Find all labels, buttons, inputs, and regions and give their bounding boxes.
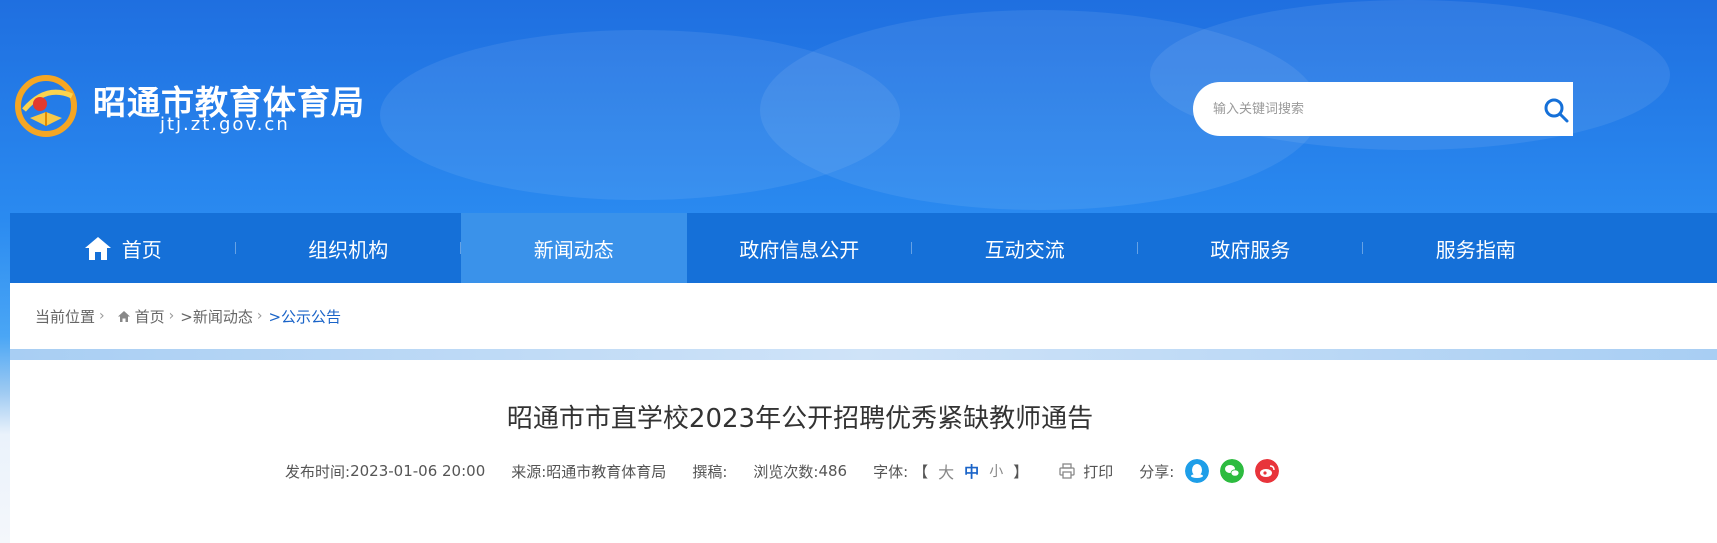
chevron-right-icon: ›	[99, 308, 105, 324]
nav-item-organization[interactable]: 组织机构	[236, 213, 461, 283]
views-count: 486	[818, 462, 848, 480]
nav-item-home[interactable]: 首页	[10, 213, 236, 283]
nav-label: 新闻动态	[533, 237, 614, 262]
wechat-share-icon[interactable]	[1220, 459, 1245, 483]
site-domain: jtj.zt.gov.cn	[160, 114, 290, 135]
breadcrumb-link-home[interactable]: 首页	[135, 306, 165, 327]
home-icon	[117, 310, 130, 322]
font-size-medium-button[interactable]: 中	[964, 461, 979, 482]
search-icon[interactable]	[1543, 97, 1569, 123]
nav-label: 首页	[121, 237, 162, 262]
breadcrumb-link-news[interactable]: >新闻动态	[180, 306, 253, 327]
nav-label: 组织机构	[308, 237, 389, 262]
printer-icon[interactable]	[1059, 463, 1075, 479]
article-meta: 发布时间: 2023-01-06 20:00 来源: 昭通市教育体育局 撰稿: …	[285, 458, 1280, 484]
breadcrumb-link-notices[interactable]: >公示公告	[268, 306, 341, 327]
chevron-right-icon: ›	[256, 308, 263, 324]
source-label: 来源:	[511, 462, 547, 481]
breadcrumb-prefix: 当前位置	[35, 307, 96, 326]
search-input[interactable]	[1213, 98, 1513, 120]
share-label: 分享:	[1139, 462, 1175, 481]
nav-label: 政府服务	[1210, 237, 1291, 262]
qq-share-icon[interactable]	[1185, 459, 1210, 483]
publish-label: 发布时间:	[285, 462, 351, 481]
nav-item-interaction[interactable]: 互动交流	[912, 213, 1138, 283]
font-bracket-open: 【	[913, 462, 929, 481]
main-nav: 首页 组织机构 新闻动态 政府信息公开 互动交流 政府服务 服务指南	[10, 213, 1717, 283]
font-size-large-button[interactable]: 大	[938, 459, 954, 483]
nav-label: 互动交流	[984, 237, 1065, 262]
search-box	[1193, 82, 1573, 136]
views-label: 浏览次数:	[753, 462, 819, 481]
breadcrumb: 当前位置 › 首页 › >新闻动态 › >公示公告	[10, 283, 1717, 349]
chevron-right-icon: ›	[168, 308, 175, 324]
font-size-switcher: 【 大 中 小 】	[908, 459, 1033, 483]
site-logo-icon[interactable]	[14, 70, 80, 140]
nav-item-gov-service[interactable]: 政府服务	[1138, 213, 1363, 283]
home-icon	[84, 237, 111, 260]
nav-label: 政府信息公开	[739, 237, 860, 262]
nav-item-news[interactable]: 新闻动态	[461, 213, 687, 283]
nav-label: 服务指南	[1435, 237, 1516, 262]
font-size-small-button[interactable]: 小	[989, 461, 1003, 481]
nav-item-guide[interactable]: 服务指南	[1363, 213, 1589, 283]
font-size-label: 字体:	[873, 462, 909, 481]
nav-item-gov-info[interactable]: 政府信息公开	[687, 213, 912, 283]
article-title: 昭通市市直学校2023年公开招聘优秀紧缺教师通告	[506, 404, 1094, 434]
author-label: 撰稿:	[692, 462, 728, 481]
print-button[interactable]: 打印	[1083, 461, 1113, 482]
publish-time: 2023-01-06 20:00	[350, 462, 486, 480]
font-bracket-close: 】	[1013, 462, 1029, 481]
source-value: 昭通市教育体育局	[546, 462, 667, 481]
article-panel	[10, 360, 1717, 543]
weibo-share-icon[interactable]	[1255, 459, 1280, 483]
